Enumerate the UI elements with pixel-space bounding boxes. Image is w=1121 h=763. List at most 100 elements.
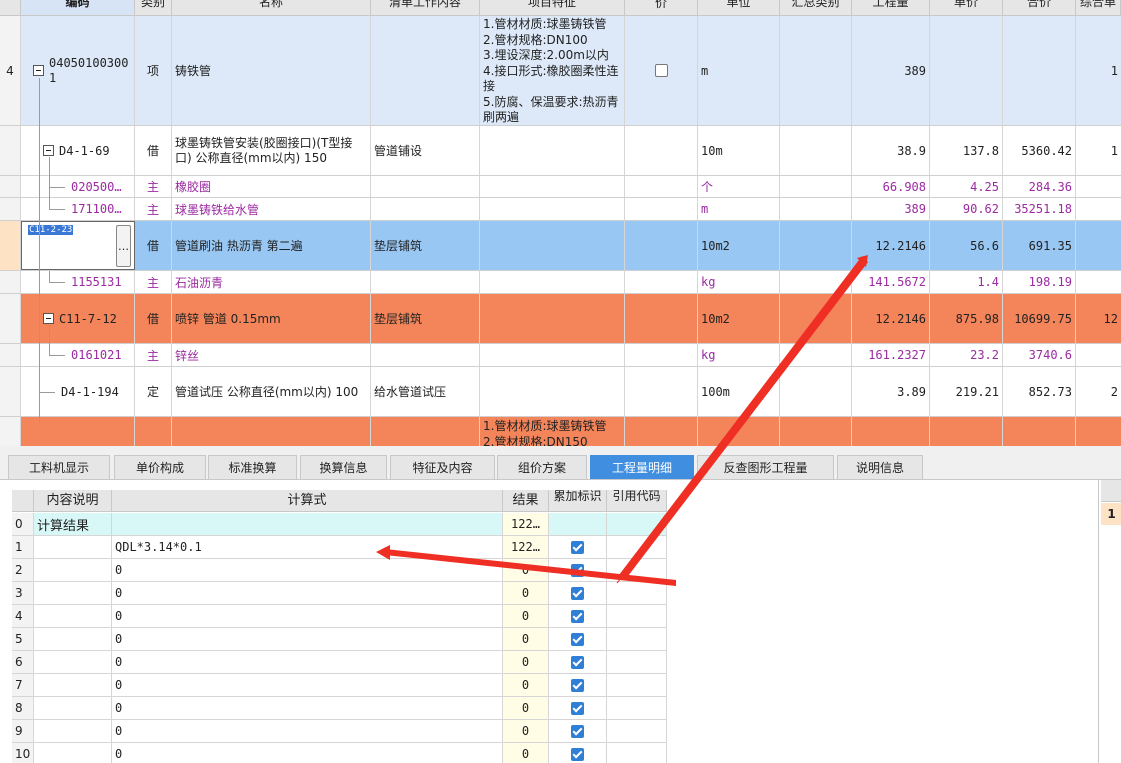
detail-row[interactable]: 4 00 bbox=[12, 605, 667, 628]
quantity-cell[interactable]: 12.2146 bbox=[852, 294, 930, 343]
header-total[interactable]: 合价 bbox=[1003, 0, 1076, 16]
detail-formula-cell[interactable]: 0 bbox=[112, 674, 503, 696]
table-row[interactable]: 020500… 主 橡胶圈 个 66.908 4.25 284.36 bbox=[0, 176, 1121, 198]
header-ref-code[interactable]: 引用代码 bbox=[607, 490, 667, 512]
quantity-cell[interactable]: 66.908 bbox=[852, 176, 930, 197]
table-row-selected[interactable]: C11-2-23 … 借 管道刷油 热沥青 第二遍 垫层铺筑 10m2 12.2… bbox=[0, 221, 1121, 271]
detail-ref-code-cell[interactable] bbox=[607, 536, 667, 558]
features-cell[interactable] bbox=[480, 176, 625, 197]
detail-ref-code-cell[interactable] bbox=[607, 559, 667, 581]
tab-features-content[interactable]: 特征及内容 bbox=[390, 455, 495, 479]
detail-formula-cell[interactable]: QDL*3.14*0.1 bbox=[112, 536, 503, 558]
right-panel-row-index[interactable]: 1 bbox=[1101, 503, 1121, 525]
work-cell[interactable] bbox=[371, 417, 480, 446]
checkbox-checked-icon[interactable] bbox=[571, 609, 584, 623]
detail-formula-cell[interactable]: 0 bbox=[112, 559, 503, 581]
detail-ref-code-cell[interactable] bbox=[607, 697, 667, 719]
price-flag-cell[interactable] bbox=[625, 344, 698, 366]
features-cell[interactable] bbox=[480, 126, 625, 175]
features-cell[interactable]: 1.管材材质:球墨铸铁管 2.管材规格:DN100 3.埋设深度:2.00m以内… bbox=[480, 16, 625, 125]
table-row[interactable]: D4-1-69 借 球墨铸铁管安装(胶圈接口)(T型接口) 公称直径(mm以内)… bbox=[0, 126, 1121, 176]
ellipsis-button[interactable]: … bbox=[116, 225, 131, 267]
detail-description-cell[interactable] bbox=[34, 697, 112, 719]
detail-row[interactable]: 2 00 bbox=[12, 559, 667, 582]
header-code[interactable]: 编码 bbox=[21, 0, 135, 16]
detail-formula-cell[interactable]: 0 bbox=[112, 628, 503, 650]
table-row-highlighted[interactable]: 1.管材材质:球墨铸铁管 2.管材规格:DN150 bbox=[0, 417, 1121, 446]
detail-accumulate-cell[interactable] bbox=[549, 697, 607, 719]
detail-accumulate-cell[interactable] bbox=[549, 651, 607, 673]
work-cell[interactable]: 管道铺设 bbox=[371, 126, 480, 175]
name-cell[interactable]: 喷锌 管道 0.15mm bbox=[172, 294, 371, 343]
unit-cell[interactable]: 10m bbox=[698, 126, 780, 175]
detail-formula-cell[interactable]: 0 bbox=[112, 697, 503, 719]
tab-description-info[interactable]: 说明信息 bbox=[837, 455, 923, 479]
work-cell[interactable] bbox=[371, 176, 480, 197]
detail-formula-cell[interactable]: 0 bbox=[112, 720, 503, 742]
name-cell[interactable]: 石油沥青 bbox=[172, 271, 371, 293]
detail-accumulate-cell[interactable] bbox=[549, 605, 607, 627]
detail-ref-code-cell[interactable] bbox=[607, 605, 667, 627]
header-features[interactable]: 项目特征 bbox=[480, 0, 625, 16]
detail-description-cell[interactable] bbox=[34, 582, 112, 604]
features-cell[interactable]: 1.管材材质:球墨铸铁管 2.管材规格:DN150 bbox=[480, 417, 625, 446]
detail-ref-code-cell[interactable] bbox=[607, 651, 667, 673]
detail-row[interactable]: 7 00 bbox=[12, 674, 667, 697]
features-cell[interactable] bbox=[480, 198, 625, 220]
table-row[interactable]: 0161021 主 锌丝 kg 161.2327 23.2 3740.6 bbox=[0, 344, 1121, 367]
checkbox-unchecked-icon[interactable] bbox=[654, 64, 668, 77]
header-quantity[interactable]: 工程量 bbox=[852, 0, 930, 16]
checkbox-checked-icon[interactable] bbox=[571, 724, 584, 738]
detail-ref-code-cell[interactable] bbox=[607, 628, 667, 650]
header-unit[interactable]: 单位 bbox=[698, 0, 780, 16]
name-cell[interactable]: 球墨铸铁管安装(胶圈接口)(T型接口) 公称直径(mm以内) 150 bbox=[172, 126, 371, 175]
header-name[interactable]: 名称 bbox=[172, 0, 371, 16]
price-flag-cell[interactable] bbox=[625, 126, 698, 175]
name-cell[interactable]: 铸铁管 bbox=[172, 16, 371, 125]
header-price-flag[interactable]: 价 bbox=[625, 0, 698, 16]
quantity-cell[interactable]: 161.2327 bbox=[852, 344, 930, 366]
unit-cell[interactable]: 10m2 bbox=[698, 294, 780, 343]
detail-formula-cell[interactable] bbox=[112, 513, 503, 535]
detail-accumulate-cell[interactable] bbox=[549, 743, 607, 763]
detail-description-cell[interactable] bbox=[34, 605, 112, 627]
detail-row[interactable]: 3 00 bbox=[12, 582, 667, 605]
tab-labor-material-machine[interactable]: 工料机显示 bbox=[8, 455, 110, 479]
quantity-cell[interactable]: 389 bbox=[852, 16, 930, 125]
detail-accumulate-cell[interactable] bbox=[549, 536, 607, 558]
detail-accumulate-cell[interactable] bbox=[549, 513, 607, 535]
checkbox-checked-icon[interactable] bbox=[571, 586, 584, 600]
table-row[interactable]: 4 04050100300 1 项 铸铁管 1.管材材质:球墨铸铁管 2.管材规… bbox=[0, 16, 1121, 126]
detail-row[interactable]: 6 00 bbox=[12, 651, 667, 674]
collapse-icon[interactable] bbox=[43, 145, 54, 156]
work-cell[interactable] bbox=[371, 271, 480, 293]
detail-ref-code-cell[interactable] bbox=[607, 582, 667, 604]
detail-ref-code-cell[interactable] bbox=[607, 513, 667, 535]
price-cell[interactable]: 90.62 bbox=[930, 198, 1003, 220]
quantity-cell[interactable]: 38.9 bbox=[852, 126, 930, 175]
features-cell[interactable] bbox=[480, 367, 625, 416]
table-row[interactable]: 1155131 主 石油沥青 kg 141.5672 1.4 198.19 bbox=[0, 271, 1121, 294]
unit-cell[interactable]: m bbox=[698, 198, 780, 220]
detail-row[interactable]: 1 QDL*3.14*0.1 122… bbox=[12, 536, 667, 559]
unit-cell[interactable]: 个 bbox=[698, 176, 780, 197]
detail-description-cell[interactable] bbox=[34, 628, 112, 650]
tab-standard-conversion[interactable]: 标准换算 bbox=[208, 455, 297, 479]
quantity-cell[interactable]: 3.89 bbox=[852, 367, 930, 416]
header-work[interactable]: 清单工作内容 bbox=[371, 0, 480, 16]
detail-row[interactable]: 8 00 bbox=[12, 697, 667, 720]
work-cell[interactable] bbox=[371, 344, 480, 366]
tab-conversion-info[interactable]: 换算信息 bbox=[300, 455, 387, 479]
unit-cell[interactable]: kg bbox=[698, 344, 780, 366]
detail-description-cell[interactable] bbox=[34, 559, 112, 581]
price-flag-cell[interactable] bbox=[625, 16, 698, 125]
checkbox-checked-icon[interactable] bbox=[571, 632, 584, 646]
work-cell[interactable]: 垫层铺筑 bbox=[371, 221, 480, 270]
name-cell[interactable]: 球墨铸铁给水管 bbox=[172, 198, 371, 220]
detail-row[interactable]: 10 0 0 bbox=[12, 743, 667, 763]
collapse-icon[interactable] bbox=[43, 313, 54, 324]
name-cell[interactable] bbox=[172, 417, 371, 446]
header-composite[interactable]: 综合单 bbox=[1076, 0, 1121, 16]
work-cell[interactable]: 垫层铺筑 bbox=[371, 294, 480, 343]
work-cell[interactable] bbox=[371, 198, 480, 220]
